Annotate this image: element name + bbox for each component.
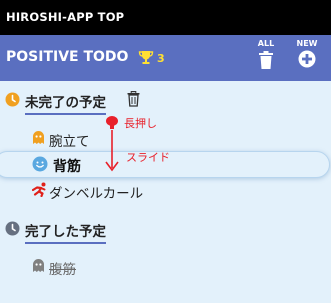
trash-icon [259, 51, 273, 69]
trash-outline-icon [127, 91, 140, 107]
top-bar-title: HIROSHI-APP TOP [6, 10, 125, 24]
done-section-header: 完了した予定 [5, 219, 155, 244]
slide-annotation: スライド [126, 151, 170, 164]
pending-section-header: 未完了の予定 [5, 90, 155, 115]
new-todo-button[interactable]: NEW [294, 39, 320, 75]
clock-icon [5, 92, 20, 111]
todo-text: 腕立て [49, 134, 90, 150]
trophy-icon [138, 49, 154, 69]
app-header: POSITIVE TODO 3 ALL NEW [0, 35, 331, 81]
todo-text: 腹筋 [49, 262, 76, 278]
smiley-icon [32, 156, 48, 176]
delete-all-button[interactable]: ALL [253, 39, 279, 75]
done-section-title: 完了した予定 [25, 220, 106, 244]
delete-pending-button[interactable] [127, 91, 140, 111]
long-press-annotation: 長押し [124, 117, 157, 130]
clock-icon [5, 221, 20, 240]
ghost-icon [32, 258, 45, 277]
plus-circle-icon [298, 50, 316, 68]
todo-text: ダンベルカール [49, 186, 144, 202]
app-title: POSITIVE TODO [6, 49, 129, 65]
running-person-icon [31, 182, 47, 201]
new-todo-label: NEW [296, 39, 318, 48]
delete-all-label: ALL [257, 39, 275, 48]
ghost-icon [32, 130, 45, 149]
pending-section-title: 未完了の予定 [25, 91, 106, 115]
top-bar: HIROSHI-APP TOP [0, 0, 331, 35]
trophy-count: 3 [157, 52, 165, 65]
todo-text: 背筋 [53, 159, 81, 175]
